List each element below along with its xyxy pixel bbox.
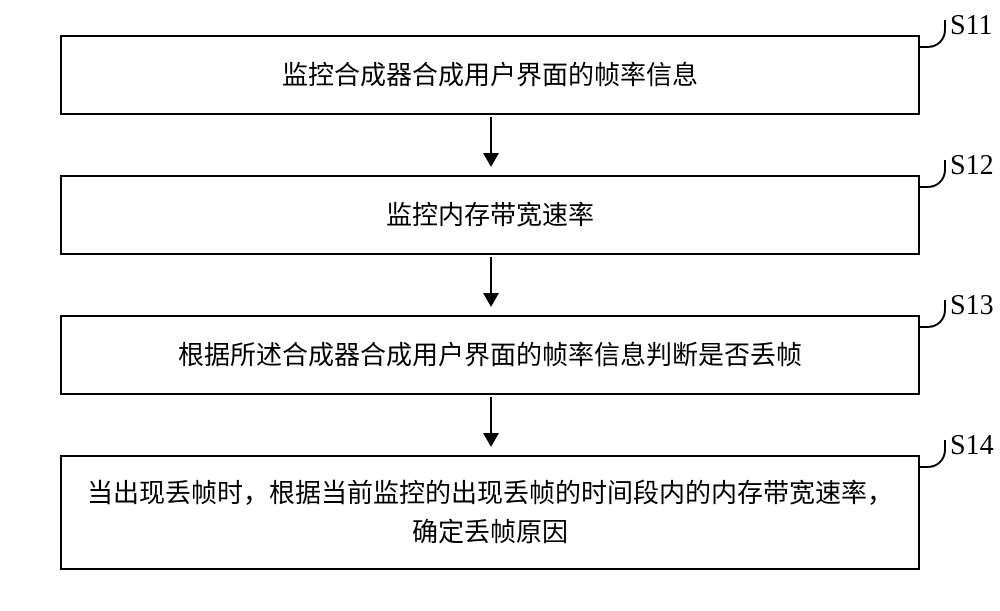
label-connector <box>920 160 946 188</box>
step-label-s14: S14 <box>950 430 994 462</box>
step-box-s14: 当出现丢帧时，根据当前监控的出现丢帧的时间段内的内存带宽速率，确定丢帧原因 <box>60 455 920 570</box>
step-box-s13: 根据所述合成器合成用户界面的帧率信息判断是否丢帧 <box>60 315 920 395</box>
step-text: 监控合成器合成用户界面的帧率信息 <box>282 56 698 95</box>
step-box-s11: 监控合成器合成用户界面的帧率信息 <box>60 35 920 115</box>
step-text: 根据所述合成器合成用户界面的帧率信息判断是否丢帧 <box>178 336 802 375</box>
arrow-down-icon <box>490 397 492 445</box>
label-connector <box>920 440 946 468</box>
label-connector <box>920 300 946 328</box>
flowchart-container: 监控合成器合成用户界面的帧率信息 S11 监控内存带宽速率 S12 根据所述合成… <box>0 0 1000 611</box>
step-label-s13: S13 <box>950 290 994 322</box>
step-label-s12: S12 <box>950 150 994 182</box>
label-connector <box>920 20 946 48</box>
arrow-down-icon <box>490 117 492 165</box>
step-box-s12: 监控内存带宽速率 <box>60 175 920 255</box>
step-text: 当出现丢帧时，根据当前监控的出现丢帧的时间段内的内存带宽速率，确定丢帧原因 <box>82 474 898 552</box>
arrow-down-icon <box>490 257 492 305</box>
step-label-s11: S11 <box>950 10 993 42</box>
step-text: 监控内存带宽速率 <box>386 196 594 235</box>
